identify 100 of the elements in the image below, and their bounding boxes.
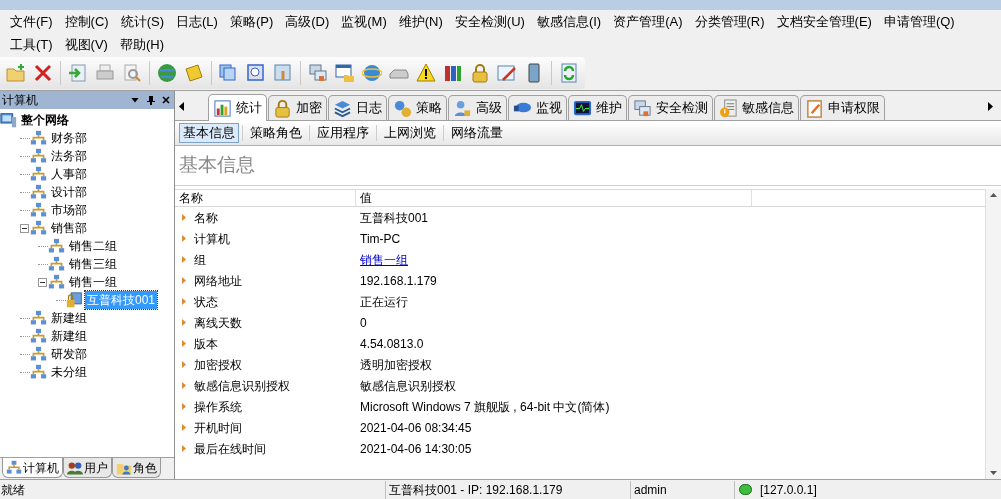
table-cell-text: 最后在线时间	[194, 440, 266, 458]
panel-tab[interactable]: 计算机	[2, 458, 63, 478]
table-cell-text: 2021-04-06 14:30:05	[359, 440, 472, 458]
menu-item[interactable]: 视图(V)	[58, 34, 114, 55]
expander-icon[interactable]	[38, 277, 47, 287]
table-cell-text: 离线天数	[194, 314, 242, 332]
menu-item[interactable]: 高级(D)	[279, 11, 336, 32]
menu-item[interactable]: 安全检测(U)	[448, 11, 531, 32]
status-text: 就绪	[0, 480, 386, 499]
computer-lock-icon	[66, 291, 83, 309]
sub-tab[interactable]: 网络流量	[447, 123, 507, 143]
network-icon	[30, 183, 47, 201]
network-icon	[30, 201, 47, 219]
menu-item[interactable]: 统计(S)	[114, 11, 170, 32]
warning-icon	[416, 63, 436, 83]
menu-item[interactable]: 策略(P)	[223, 11, 280, 32]
print-preview-icon	[122, 63, 142, 83]
table-cell-text: 操作系统	[194, 398, 242, 416]
column-header[interactable]: 值	[356, 190, 752, 206]
tree-item[interactable]: 销售三组	[67, 255, 119, 273]
zoom-window-icon	[246, 63, 266, 83]
menu-item[interactable]: 帮助(H)	[113, 34, 170, 55]
tree-item[interactable]: 未分组	[49, 363, 89, 381]
tree-item[interactable]: 人事部	[49, 165, 89, 183]
tab[interactable]: 安全检测	[628, 95, 713, 120]
scroll-up-icon[interactable]	[990, 193, 997, 197]
tree-item[interactable]: 市场部	[49, 201, 89, 219]
toolbar-button[interactable]	[414, 61, 438, 85]
network-icon	[30, 129, 47, 147]
key-user-icon	[453, 98, 472, 118]
folder-window-icon	[335, 63, 355, 83]
tab[interactable]: 日志	[328, 95, 387, 120]
computers-icon	[633, 98, 652, 118]
expander-icon[interactable]	[20, 223, 29, 233]
pin-icon[interactable]	[147, 95, 155, 105]
tree-item[interactable]: 销售部	[49, 219, 89, 237]
layers-icon	[333, 98, 352, 118]
table-cell-text: 互普科技001	[359, 209, 429, 227]
column-header[interactable]: 名称	[175, 190, 356, 206]
menu-item[interactable]: 申请管理(Q)	[877, 11, 961, 32]
tree-item[interactable]: 销售一组	[67, 273, 119, 291]
panel-tab[interactable]: 角色	[112, 458, 161, 478]
tree-item[interactable]: 新建组	[49, 327, 89, 345]
network-icon	[30, 327, 47, 345]
scroll-down-icon[interactable]	[990, 471, 997, 475]
menu-item[interactable]: 分类管理(R)	[688, 11, 771, 32]
scrollbar[interactable]	[985, 189, 1001, 479]
tree-item[interactable]: 设计部	[49, 183, 89, 201]
menu-item[interactable]: 工具(T)	[4, 34, 59, 55]
pulse-monitor-icon	[573, 98, 592, 118]
scroll-right-icon[interactable]	[988, 102, 993, 111]
sub-tab[interactable]: 应用程序	[313, 123, 373, 143]
menu-item[interactable]: 文件(F)	[4, 11, 59, 32]
menu-item[interactable]: 日志(L)	[170, 11, 224, 32]
table-cell-text: Tim-PC	[359, 230, 401, 248]
tab[interactable]: 加密	[268, 95, 327, 120]
tree-item[interactable]: 法务部	[49, 147, 89, 165]
gears-icon	[393, 98, 412, 118]
sub-tab[interactable]: 基本信息	[179, 123, 239, 143]
panel-title: 计算机	[2, 92, 39, 109]
bullet-icon	[182, 340, 186, 347]
close-icon[interactable]	[162, 96, 170, 104]
table-cell-text: 192.168.1.179	[359, 272, 437, 290]
tree-item[interactable]: 销售二组	[67, 237, 119, 255]
bullet-icon	[182, 235, 186, 242]
menu-item[interactable]: 资产管理(A)	[607, 11, 689, 32]
tab[interactable]: 申请权限	[800, 95, 885, 120]
table-cell-text: 透明加密授权	[359, 356, 432, 374]
menu-item[interactable]: 监视(M)	[335, 11, 393, 32]
scroll-left-icon[interactable]	[179, 102, 184, 111]
network-icon	[48, 237, 65, 255]
menu-item[interactable]: 控制(C)	[58, 11, 115, 32]
edit-icon	[497, 63, 517, 83]
tab[interactable]: 敏感信息	[714, 95, 799, 120]
menu-item[interactable]: 维护(N)	[392, 11, 449, 32]
status-text: [127.0.0.1]	[760, 481, 817, 499]
tab[interactable]: 统计	[208, 94, 267, 121]
table-cell-text: 敏感信息识别授权	[194, 377, 290, 395]
tree-item[interactable]: 财务部	[49, 129, 89, 147]
sub-tab[interactable]: 上网浏览	[380, 123, 440, 143]
network-icon	[6, 459, 22, 476]
network-icon	[30, 345, 47, 363]
windows-icon	[219, 63, 239, 83]
sub-tab[interactable]: 策略角色	[246, 123, 306, 143]
dropdown-icon[interactable]	[131, 97, 139, 103]
bullet-icon	[182, 298, 186, 305]
menu-item[interactable]: 敏感信息(I)	[530, 11, 608, 32]
document-warning-icon	[719, 98, 738, 118]
tree-item[interactable]: 新建组	[49, 309, 89, 327]
tab[interactable]: 高级	[448, 95, 507, 120]
tree-item[interactable]: 整个网络	[19, 111, 71, 129]
group-link[interactable]: 销售一组	[356, 250, 408, 269]
tree-item[interactable]: 研发部	[49, 345, 89, 363]
panel-tab[interactable]: 用户	[63, 458, 112, 478]
internet-icon	[362, 63, 382, 83]
tab[interactable]: 维护	[568, 95, 627, 120]
tab[interactable]: 策略	[388, 95, 447, 120]
table-cell-text: 状态	[194, 293, 218, 311]
menu-item[interactable]: 文档安全管理(E)	[770, 11, 878, 32]
tab[interactable]: 监视	[508, 95, 567, 120]
